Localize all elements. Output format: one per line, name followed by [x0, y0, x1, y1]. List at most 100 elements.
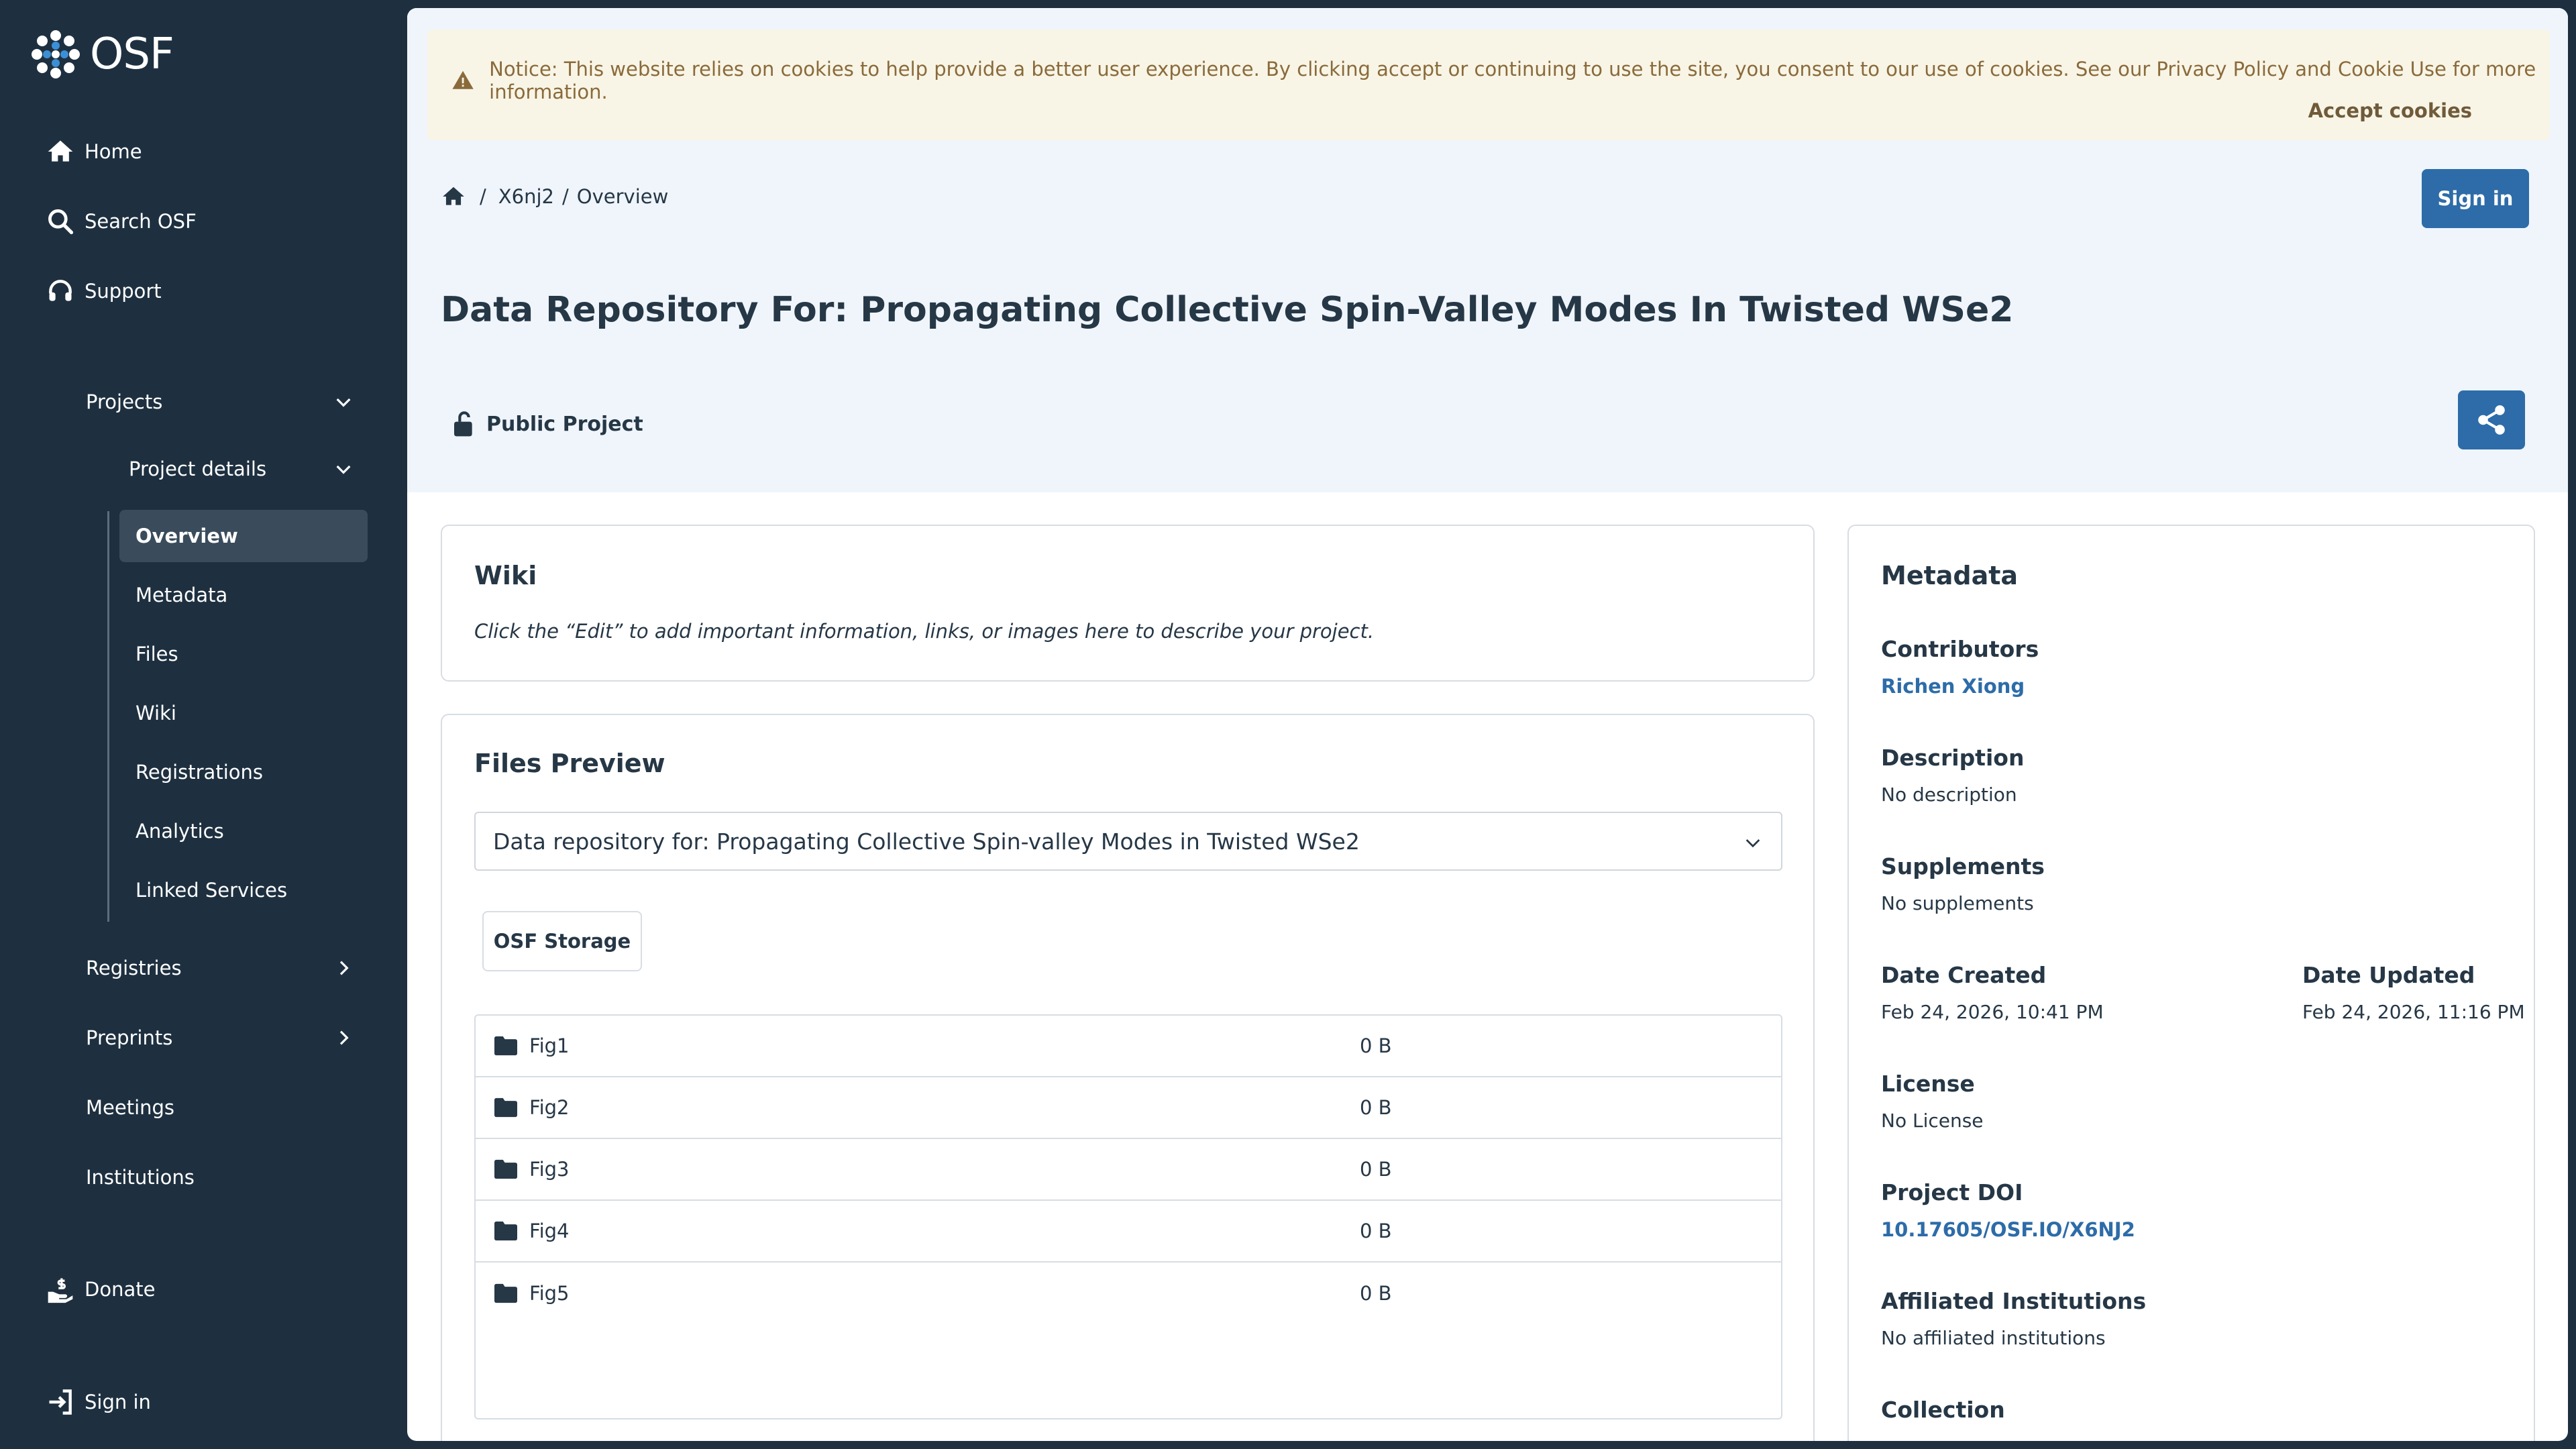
tab-osf-storage[interactable]: OSF Storage	[482, 911, 642, 971]
tree-line	[107, 511, 109, 922]
nav-meetings-label: Meetings	[86, 1096, 175, 1119]
file-name: Fig2	[529, 1096, 570, 1119]
sign-in-icon	[49, 1389, 72, 1415]
search-icon	[48, 209, 74, 235]
nav-home-label: Home	[85, 140, 142, 163]
project-doi-link[interactable]: 10.17605/OSF.IO/X6NJ2	[1881, 1218, 2135, 1241]
affiliated-institutions-value: No affiliated institutions	[1881, 1327, 2106, 1349]
chevron-down-icon	[336, 465, 351, 474]
share-icon	[2478, 405, 2505, 435]
sidebar-item-files[interactable]: Files	[119, 628, 368, 680]
affiliated-institutions-label: Affiliated Institutions	[1881, 1288, 2147, 1314]
nav-donate[interactable]: Donate	[46, 1275, 155, 1304]
file-size: 0 B	[1360, 1034, 1392, 1057]
collection-label: Collection	[1881, 1397, 2005, 1423]
logo-text: OSF	[90, 30, 174, 79]
file-row[interactable]: Fig1 0 B	[476, 1016, 1781, 1077]
date-updated-label: Date Updated	[2302, 962, 2475, 988]
date-created-label: Date Created	[1881, 962, 2047, 988]
breadcrumb-separator: /	[480, 185, 486, 208]
chevron-down-icon	[1746, 839, 1760, 848]
sign-in-button[interactable]: Sign in	[2422, 169, 2529, 228]
project-select[interactable]: Data repository for: Propagating Collect…	[474, 812, 1782, 871]
wiki-title: Wiki	[474, 561, 537, 590]
nav-preprints[interactable]: Preprints	[86, 1026, 354, 1049]
headset-icon	[49, 280, 72, 301]
donate-icon	[48, 1278, 73, 1303]
license-label: License	[1881, 1071, 1975, 1097]
nav-institutions-label: Institutions	[86, 1166, 195, 1189]
sidebar-item-linked-services[interactable]: Linked Services	[119, 864, 368, 916]
share-button[interactable]	[2458, 390, 2525, 449]
sidebar-item-metadata[interactable]: Metadata	[119, 569, 368, 621]
metadata-card: Metadata Contributors Richen Xiong Descr…	[1847, 525, 2535, 1441]
sidebar-item-wiki[interactable]: Wiki	[119, 687, 368, 739]
nav-project-details-label: Project details	[129, 458, 267, 480]
files-preview-card: Files Preview Data repository for: Propa…	[441, 714, 1815, 1441]
unlock-icon	[454, 411, 472, 437]
osf-logo-icon	[32, 30, 80, 78]
project-header: Notice: This website relies on cookies t…	[407, 8, 2568, 492]
folder-icon	[494, 1097, 517, 1118]
nav-search[interactable]: Search OSF	[46, 207, 197, 236]
folder-icon	[494, 1221, 517, 1241]
nav-projects[interactable]: Projects	[86, 390, 354, 413]
project-doi-label: Project DOI	[1881, 1179, 2023, 1205]
sidebar-item-registrations[interactable]: Registrations	[119, 746, 368, 798]
nav-institutions[interactable]: Institutions	[86, 1166, 354, 1189]
date-updated-value: Feb 24, 2026, 11:16 PM	[2302, 1001, 2525, 1023]
nav-project-details[interactable]: Project details	[129, 458, 354, 480]
osf-logo[interactable]: OSF	[31, 30, 174, 79]
nav-support[interactable]: Support	[46, 276, 162, 306]
visibility-label: Public Project	[486, 412, 643, 436]
file-row[interactable]: Fig5 0 B	[476, 1263, 1781, 1324]
file-size: 0 B	[1360, 1220, 1392, 1242]
sidebar-item-analytics[interactable]: Analytics	[119, 805, 368, 857]
contributors-label: Contributors	[1881, 636, 2039, 662]
nav-support-label: Support	[85, 280, 162, 303]
nav-meetings[interactable]: Meetings	[86, 1096, 354, 1119]
folder-icon	[494, 1036, 517, 1056]
cookie-text: Notice: This website relies on cookies t…	[489, 58, 2536, 103]
file-row[interactable]: Fig3 0 B	[476, 1139, 1781, 1201]
page-title: Data Repository For: Propagating Collect…	[441, 290, 2014, 330]
nav-sign-in[interactable]: Sign in	[46, 1387, 151, 1417]
wiki-placeholder-text: Click the “Edit” to add important inform…	[474, 620, 1375, 643]
contributor-link[interactable]: Richen Xiong	[1881, 675, 2025, 698]
nav-preprints-label: Preprints	[86, 1026, 173, 1049]
accept-cookies-button[interactable]: Accept cookies	[2308, 99, 2472, 122]
metadata-title: Metadata	[1881, 561, 2019, 590]
breadcrumb: / X6nj2 / Overview	[441, 184, 668, 209]
sidebar-item-overview[interactable]: Overview	[119, 510, 368, 562]
nav-registries-label: Registries	[86, 957, 182, 979]
file-name: Fig3	[529, 1158, 570, 1181]
file-list: Fig1 0 B Fig2 0 B Fig3 0 B Fig4 0 B Fig5	[474, 1014, 1782, 1419]
file-name: Fig5	[529, 1282, 570, 1305]
file-size: 0 B	[1360, 1158, 1392, 1181]
cookie-banner: Notice: This website relies on cookies t…	[427, 30, 2550, 140]
home-icon	[48, 140, 73, 162]
folder-icon	[494, 1283, 517, 1303]
main-content: Notice: This website relies on cookies t…	[407, 8, 2568, 1441]
file-row[interactable]: Fig4 0 B	[476, 1201, 1781, 1263]
file-size: 0 B	[1360, 1282, 1392, 1305]
chevron-right-icon	[339, 961, 349, 975]
nav-donate-label: Donate	[85, 1278, 156, 1301]
nav-home[interactable]: Home	[46, 137, 142, 166]
folder-icon	[494, 1159, 517, 1179]
file-name: Fig1	[529, 1034, 570, 1057]
chevron-right-icon	[339, 1030, 349, 1045]
home-icon[interactable]	[441, 184, 466, 209]
cookie-message: Notice: This website relies on cookies t…	[451, 58, 2550, 103]
date-created-value: Feb 24, 2026, 10:41 PM	[1881, 1001, 2104, 1023]
sidebar: OSF Home Search OSF Support Projects Pro…	[0, 0, 407, 1449]
breadcrumb-project[interactable]: X6nj2	[498, 185, 554, 208]
warning-icon	[452, 70, 474, 89]
wiki-card: Wiki Click the “Edit” to add important i…	[441, 525, 1815, 682]
nav-sign-in-label: Sign in	[85, 1391, 151, 1413]
file-row[interactable]: Fig2 0 B	[476, 1077, 1781, 1139]
supplements-label: Supplements	[1881, 853, 2045, 879]
chevron-down-icon	[336, 398, 351, 407]
nav-registries[interactable]: Registries	[86, 957, 354, 979]
file-size: 0 B	[1360, 1096, 1392, 1119]
